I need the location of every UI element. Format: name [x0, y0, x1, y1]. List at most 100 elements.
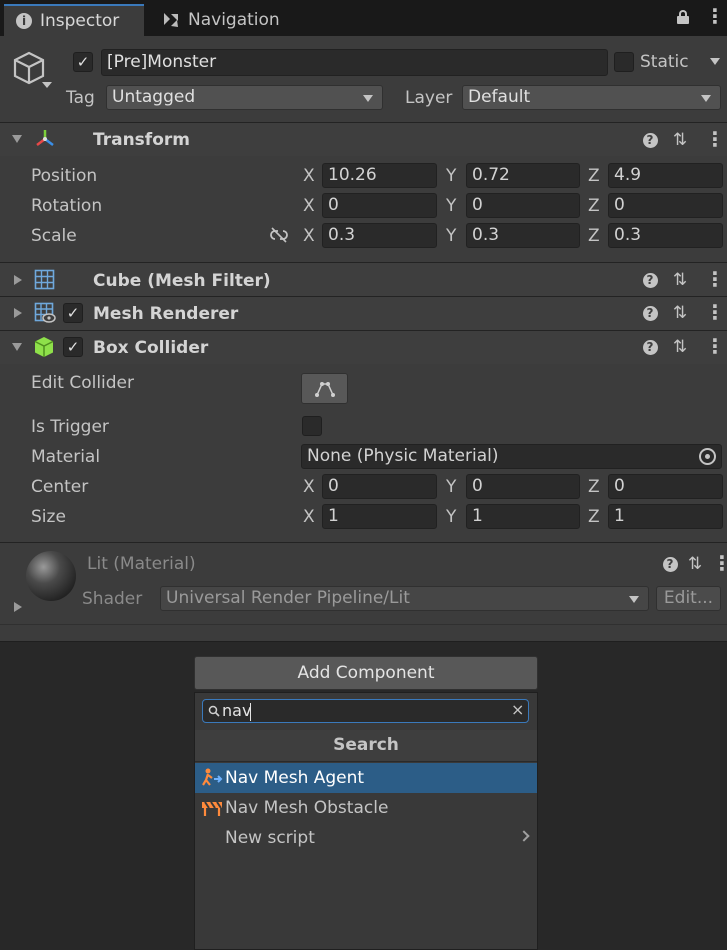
gameobject-cube-icon [13, 51, 45, 85]
navigation-icon [164, 13, 178, 27]
presets-icon[interactable]: ⇅ [685, 554, 705, 574]
rotation-z-label[interactable]: Z [588, 196, 600, 216]
size-x-label[interactable]: X [303, 507, 315, 527]
size-y-field[interactable]: 1 [466, 504, 580, 529]
center-y-label[interactable]: Y [446, 477, 456, 497]
rotation-y-label[interactable]: Y [446, 196, 456, 216]
tag-dropdown[interactable]: Untagged [106, 85, 383, 110]
center-z-label[interactable]: Z [588, 477, 600, 497]
presets-icon[interactable]: ⇅ [670, 130, 690, 150]
center-x-field[interactable]: 0 [322, 474, 437, 499]
tab-menu-icon[interactable]: ⋮ [705, 6, 725, 26]
tab-navigation-label: Navigation [188, 10, 280, 30]
transform-foldout-icon[interactable] [12, 135, 22, 143]
lock-icon[interactable] [676, 10, 690, 24]
tab-navigation[interactable]: Navigation [150, 4, 310, 36]
mesh-filter-title: Cube (Mesh Filter) [93, 271, 271, 291]
center-z-field[interactable]: 0 [608, 474, 723, 499]
mesh-renderer-enabled-checkbox[interactable]: ✓ [63, 303, 83, 323]
material-label: Material [31, 447, 101, 467]
material-title: Lit (Material) [87, 554, 196, 574]
scale-z-label[interactable]: Z [588, 226, 600, 246]
size-y-label[interactable]: Y [446, 507, 456, 527]
help-icon[interactable]: ? [660, 554, 680, 574]
help-icon[interactable]: ? [640, 130, 660, 150]
object-name-field[interactable]: [Pre]Monster [101, 49, 608, 76]
size-z-field[interactable]: 1 [608, 504, 723, 529]
nav-mesh-agent-icon [202, 768, 223, 786]
component-menu-icon[interactable]: ⋮ [705, 336, 725, 356]
layer-dropdown[interactable]: Default [462, 85, 721, 110]
edit-collider-button[interactable] [301, 373, 348, 404]
scale-x-label[interactable]: X [303, 226, 315, 246]
center-x-label[interactable]: X [303, 477, 315, 497]
list-item-nav-mesh-obstacle[interactable]: Nav Mesh Obstacle [195, 793, 537, 823]
presets-icon[interactable]: ⇅ [670, 303, 690, 323]
material-foldout-icon[interactable] [14, 602, 22, 612]
add-component-button[interactable]: Add Component [194, 656, 538, 690]
help-icon[interactable]: ? [640, 337, 660, 357]
list-item-new-script[interactable]: New script [195, 823, 537, 853]
scale-x-field[interactable]: 0.3 [322, 223, 437, 248]
rotation-y-field[interactable]: 0 [466, 193, 580, 218]
scale-label: Scale [31, 226, 77, 246]
size-z-label[interactable]: Z [588, 507, 600, 527]
scale-z-field[interactable]: 0.3 [608, 223, 723, 248]
position-z-label[interactable]: Z [588, 166, 600, 186]
component-menu-icon[interactable]: ⋮ [705, 129, 725, 149]
edit-shader-button[interactable]: Edit... [656, 586, 721, 611]
search-icon [208, 705, 220, 717]
static-dropdown-icon[interactable] [710, 58, 720, 65]
position-x-label[interactable]: X [303, 166, 315, 186]
separator [0, 624, 727, 625]
component-menu-icon[interactable]: ⋮ [705, 302, 725, 322]
static-checkbox[interactable] [614, 52, 634, 72]
clear-search-icon[interactable]: × [511, 700, 524, 719]
object-picker-icon[interactable] [699, 448, 716, 465]
material-menu-icon[interactable]: ⋮ [712, 553, 727, 573]
physic-material-field[interactable]: None (Physic Material) [301, 444, 722, 469]
mesh-filter-icon [34, 269, 55, 290]
search-section-header: Search [195, 730, 537, 762]
transform-icon [36, 130, 54, 146]
center-y-field[interactable]: 0 [466, 474, 580, 499]
mesh-filter-foldout-icon[interactable] [14, 275, 22, 285]
gameobject-icon-dropdown[interactable] [42, 82, 52, 88]
constrain-proportions-icon[interactable] [268, 226, 290, 244]
tab-inspector-label: Inspector [40, 11, 120, 31]
rotation-label: Rotation [31, 196, 103, 216]
component-menu-icon[interactable]: ⋮ [705, 269, 725, 289]
shader-label: Shader [82, 589, 143, 609]
box-collider-title: Box Collider [93, 338, 209, 358]
box-collider-enabled-checkbox[interactable]: ✓ [63, 337, 83, 357]
rotation-x-label[interactable]: X [303, 196, 315, 216]
tab-inspector[interactable]: i Inspector [4, 4, 144, 36]
edit-collider-icon [314, 382, 335, 397]
rotation-z-field[interactable]: 0 [608, 193, 723, 218]
scale-y-field[interactable]: 0.3 [466, 223, 580, 248]
help-icon[interactable]: ? [640, 303, 660, 323]
position-x-field[interactable]: 10.26 [322, 163, 437, 188]
position-z-field[interactable]: 4.9 [608, 163, 723, 188]
material-preview-icon [26, 551, 76, 601]
mesh-renderer-foldout-icon[interactable] [14, 308, 22, 318]
scale-y-label[interactable]: Y [446, 226, 456, 246]
mesh-renderer-title: Mesh Renderer [93, 304, 239, 324]
is-trigger-checkbox[interactable] [302, 416, 322, 436]
size-label: Size [31, 507, 66, 527]
position-y-label[interactable]: Y [446, 166, 456, 186]
rotation-x-field[interactable]: 0 [322, 193, 437, 218]
shader-dropdown[interactable]: Universal Render Pipeline/Lit [160, 586, 649, 611]
size-x-field[interactable]: 1 [322, 504, 437, 529]
nav-mesh-obstacle-label: Nav Mesh Obstacle [225, 798, 389, 818]
presets-icon[interactable]: ⇅ [670, 270, 690, 290]
position-y-field[interactable]: 0.72 [466, 163, 580, 188]
presets-icon[interactable]: ⇅ [670, 337, 690, 357]
help-icon[interactable]: ? [640, 270, 660, 290]
is-trigger-label: Is Trigger [31, 417, 109, 437]
layer-label: Layer [405, 88, 453, 108]
active-checkbox[interactable]: ✓ [73, 52, 93, 72]
box-collider-foldout-icon[interactable] [12, 343, 22, 351]
static-label: Static [640, 52, 689, 72]
list-item-nav-mesh-agent[interactable]: Nav Mesh Agent [195, 763, 537, 793]
